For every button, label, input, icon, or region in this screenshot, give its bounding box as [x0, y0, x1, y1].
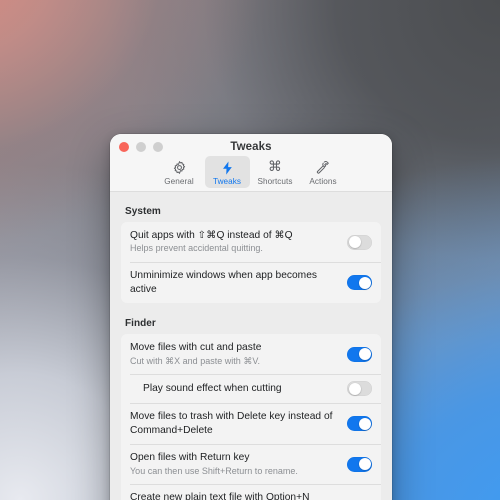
tab-shortcuts-label: Shortcuts: [257, 177, 293, 186]
setting-title: Move files with cut and paste: [130, 342, 262, 354]
toggle-open-with-return[interactable]: [347, 456, 372, 472]
toggle-knob: [348, 382, 361, 395]
setting-subtitle: Cut with ⌘X and paste with ⌘V.: [130, 355, 261, 366]
toggle-knob: [348, 236, 361, 249]
window-title: Tweaks: [230, 141, 272, 153]
setting-title: Move files to trash with Delete key inst…: [130, 411, 333, 436]
toggle-move-to-trash[interactable]: [347, 416, 372, 432]
section-header-finder: Finder: [125, 318, 156, 330]
toggle-quit-apps[interactable]: [347, 234, 372, 250]
setting-row-cut-and-paste[interactable]: Move files with cut and paste Cut with ⌘…: [121, 334, 381, 374]
gear-icon: [158, 159, 201, 176]
setting-text: Move files with cut and paste Cut with ⌘…: [130, 341, 347, 367]
tab-actions-label: Actions: [309, 177, 337, 186]
toggle-knob: [358, 276, 371, 289]
window-titlebar: Tweaks General Tweaks ⌘ Shortcuts Action…: [110, 134, 392, 192]
setting-title: Create new plain text file with Option+N: [130, 492, 310, 500]
setting-title: Play sound effect when cutting: [143, 382, 282, 394]
setting-subtitle: Helps prevent accidental quitting.: [130, 243, 263, 254]
lightning-icon: [206, 159, 249, 176]
setting-subtitle: You can then use Shift+Return to rename.: [130, 465, 298, 476]
toggle-knob: [358, 348, 371, 361]
setting-text: Move files to trash with Delete key inst…: [130, 410, 347, 437]
settings-group-system: Quit apps with ⇧⌘Q instead of ⌘Q Helps p…: [121, 222, 381, 304]
setting-text: Create new plain text file with Option+N…: [130, 491, 372, 500]
desktop-wallpaper: Tweaks General Tweaks ⌘ Shortcuts Action…: [0, 0, 500, 500]
command-icon: ⌘: [268, 159, 282, 175]
section-header-system: System: [125, 206, 161, 217]
setting-text: Open files with Return key You can then …: [130, 451, 347, 477]
toggle-sound-effect[interactable]: [347, 381, 372, 397]
toolbar-tabs: General Tweaks ⌘ Shortcuts Actions: [110, 156, 392, 188]
tab-general[interactable]: General: [157, 156, 202, 188]
tab-actions[interactable]: Actions: [301, 156, 346, 188]
setting-title: Unminimize windows when app becomes acti…: [130, 270, 317, 295]
tab-tweaks[interactable]: Tweaks: [204, 156, 250, 188]
setting-title: Quit apps with ⇧⌘Q instead of ⌘Q: [130, 230, 293, 241]
tab-tweaks-label: Tweaks: [212, 177, 242, 186]
setting-row-quit-apps[interactable]: Quit apps with ⇧⌘Q instead of ⌘Q Helps p…: [121, 222, 381, 262]
settings-group-finder: Move files with cut and paste Cut with ⌘…: [121, 334, 381, 500]
setting-text: Unminimize windows when app becomes acti…: [130, 269, 347, 296]
toggle-knob: [358, 417, 371, 430]
settings-content: System Quit apps with ⇧⌘Q instead of ⌘Q …: [110, 192, 392, 500]
tab-shortcuts[interactable]: ⌘ Shortcuts: [253, 156, 298, 188]
toggle-knob: [358, 458, 371, 471]
setting-text: Play sound effect when cutting: [130, 382, 347, 395]
setting-row-move-to-trash[interactable]: Move files to trash with Delete key inst…: [121, 403, 381, 444]
tweaks-settings-window: Tweaks General Tweaks ⌘ Shortcuts Action…: [110, 134, 392, 500]
setting-row-open-with-return[interactable]: Open files with Return key You can then …: [121, 444, 381, 484]
hammer-icon: [302, 159, 345, 176]
toggle-cut-and-paste[interactable]: [347, 346, 372, 362]
setting-text: Quit apps with ⇧⌘Q instead of ⌘Q Helps p…: [130, 229, 347, 255]
setting-row-new-text-file[interactable]: Create new plain text file with Option+N…: [121, 484, 381, 500]
toggle-unminimize[interactable]: [347, 275, 372, 291]
setting-row-unminimize[interactable]: Unminimize windows when app becomes acti…: [121, 262, 381, 303]
setting-title: Open files with Return key: [130, 452, 250, 464]
setting-row-sound-effect[interactable]: Play sound effect when cutting: [121, 374, 381, 403]
tab-general-label: General: [164, 177, 194, 186]
